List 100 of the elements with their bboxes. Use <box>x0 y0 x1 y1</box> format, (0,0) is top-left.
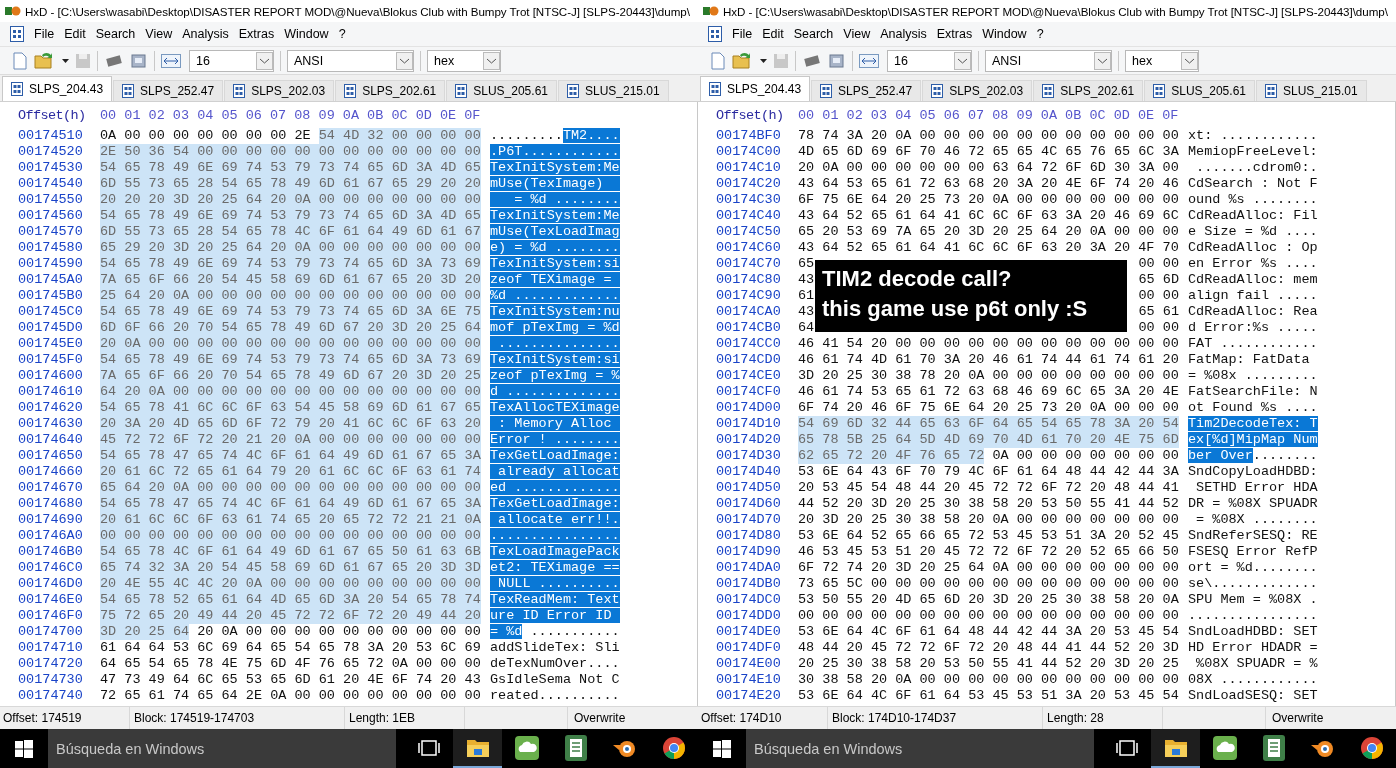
hex-bytes: 45 72 72 6F 72 20 21 20 0A 00 00 00 00 00 00 00 <box>100 432 481 448</box>
search-field[interactable]: Búsqueda en Windows <box>746 729 1094 768</box>
offset-base-dropdown[interactable]: hex <box>1125 49 1199 72</box>
hex-bytes: 64 <box>798 320 815 336</box>
file-tab[interactable]: SLPS_202.61 <box>1033 80 1144 101</box>
search-field[interactable]: Búsqueda en Windows <box>48 729 396 768</box>
bytes-per-row-dropdown[interactable]: 16 <box>189 49 274 72</box>
chevron-icon <box>1181 51 1198 70</box>
hex-bytes: 44 52 20 3D 20 25 30 38 58 20 53 50 55 41 44 52 <box>798 496 1179 512</box>
hex-bytes: 43 <box>798 272 815 288</box>
menu-item[interactable]: View <box>145 27 173 41</box>
start-button[interactable] <box>15 739 33 758</box>
ascii-text: ed ............. <box>490 480 620 495</box>
column-header: 08 <box>294 108 311 124</box>
row-offset: 00174C30 <box>716 192 782 208</box>
row-offset: 00174C90 <box>716 288 782 304</box>
hex-file-icon <box>233 84 246 98</box>
offset-base-dropdown[interactable]: hex <box>427 49 501 72</box>
row-offset: 00174560 <box>18 208 84 224</box>
ascii-text: TexReadMem: Text <box>490 592 620 607</box>
ascii-text: = %08X ........ <box>1195 512 1318 527</box>
menu-item[interactable]: Extras <box>936 27 973 41</box>
charset-dropdown[interactable]: ANSI <box>985 49 1112 72</box>
hex-bytes: 53 6E 64 4C 6F 61 64 53 45 53 51 3A 20 53 45 54 <box>798 688 1179 704</box>
file-tab[interactable]: SLPS_202.61 <box>335 80 446 101</box>
row-offset: 00174CE0 <box>716 368 782 384</box>
ascii-text: mUse(TexImage) <box>490 176 620 191</box>
column-header: 06 <box>245 108 262 124</box>
ascii-text: %d ............. <box>490 288 620 303</box>
browser-icon <box>1359 735 1384 760</box>
file-tab[interactable]: SLPS_204.43 <box>2 76 113 101</box>
menu-item[interactable]: Analysis <box>182 27 229 41</box>
ascii-text: CdReadAlloc: Fil <box>1188 208 1318 223</box>
hex-bytes: 43 <box>798 304 815 320</box>
menu-item[interactable]: Analysis <box>880 27 927 41</box>
hex-bytes: 6D 6F 66 20 70 54 65 78 49 6D 67 20 3D 20 25 64 <box>100 320 481 336</box>
chevron-icon <box>1094 51 1111 70</box>
menu-item[interactable]: Edit <box>64 27 86 41</box>
ascii-text: TexAllocTEXimage <box>490 400 620 415</box>
row-offset: 00174670 <box>18 480 84 496</box>
file-tab[interactable]: SLPS_252.47 <box>811 80 922 101</box>
file-tab[interactable]: SLUS_205.61 <box>446 80 557 101</box>
menu-item[interactable]: Edit <box>762 27 784 41</box>
row-offset: 00174690 <box>18 512 84 528</box>
width-arrows-icon[interactable] <box>161 53 181 68</box>
bytes-per-row-dropdown[interactable]: 16 <box>887 49 972 72</box>
ascii-text: en Error %s .... <box>1188 256 1318 271</box>
charset-dropdown[interactable]: ANSI <box>287 49 414 72</box>
row-offset: 00174C40 <box>716 208 782 224</box>
taskbar-button[interactable] <box>453 729 502 768</box>
hex-bytes: 47 73 49 64 6C 65 53 65 6D 61 20 4E 6F 74 20 43 <box>100 672 481 688</box>
file-tab[interactable]: SLUS_205.61 <box>1144 80 1255 101</box>
row-offset: 00174D00 <box>716 400 782 416</box>
menu-item[interactable]: File <box>732 27 753 41</box>
hex-bytes: 65 <box>798 256 815 272</box>
menu-item[interactable]: Window <box>982 27 1027 41</box>
row-offset: 00174DD0 <box>716 608 782 624</box>
column-header: 0D <box>415 108 432 124</box>
file-tab[interactable]: SLUS_215.01 <box>1256 80 1367 101</box>
caret-icon[interactable] <box>760 58 767 63</box>
file-tab[interactable]: SLPS_202.03 <box>922 80 1033 101</box>
width-arrows-icon[interactable] <box>859 53 879 68</box>
file-tab[interactable]: SLPS_202.03 <box>224 80 335 101</box>
menu-item[interactable]: Search <box>95 27 136 41</box>
ascii-text: Error ! ........ <box>490 432 620 447</box>
hex-file-icon <box>11 82 23 96</box>
taskbar-button[interactable] <box>1151 729 1200 768</box>
ascii-text: xt: ............ <box>1188 128 1318 143</box>
column-header: 01 <box>822 108 839 124</box>
file-tab[interactable]: SLPS_252.47 <box>113 80 224 101</box>
column-header: 0B <box>367 108 384 124</box>
ascii-text: TexInitSystem:Me <box>490 160 620 175</box>
menu-item[interactable]: ? <box>338 27 346 41</box>
hex-bytes: 65 61 <box>1138 304 1179 320</box>
hex-bytes: 54 65 78 4C 6F 61 64 49 6D 61 67 65 50 61 63 6B <box>100 544 481 560</box>
ascii-text: CdReadAlloc : Op <box>1188 240 1318 255</box>
column-header: 05 <box>919 108 936 124</box>
ascii-text: mUse(TexLoadImag <box>490 224 620 239</box>
menu-item[interactable]: File <box>34 27 55 41</box>
menu-item[interactable]: Window <box>284 27 329 41</box>
row-offset: 001746E0 <box>18 592 84 608</box>
hex-bytes: 43 64 52 65 61 64 41 6C 6C 6F 63 20 3A 20 4F 70 <box>798 240 1179 256</box>
hex-bytes: 54 4D 32 00 00 00 00 <box>318 128 481 144</box>
row-offset: 00174C60 <box>716 240 782 256</box>
file-tab[interactable]: SLPS_204.43 <box>700 76 811 101</box>
document-icon <box>10 26 24 42</box>
ascii-text: ure ID Error ID <box>490 608 620 623</box>
hex-bytes: 3D 20 25 30 38 78 20 0A 00 00 00 00 00 00 00 00 <box>798 368 1179 384</box>
hex-bytes: 64 20 0A 00 00 00 00 00 00 00 00 00 00 00 00 00 <box>100 384 481 400</box>
task-view-icon <box>1114 738 1139 757</box>
file-tab[interactable]: SLUS_215.01 <box>558 80 669 101</box>
start-button[interactable] <box>713 739 731 758</box>
menu-item[interactable]: View <box>843 27 871 41</box>
menu-item[interactable]: Search <box>793 27 834 41</box>
menu-item[interactable]: ? <box>1036 27 1044 41</box>
caret-icon[interactable] <box>62 58 69 63</box>
menu-item[interactable]: Extras <box>238 27 275 41</box>
hex-bytes: 7A 65 6F 66 20 54 45 58 69 6D 61 67 65 20 3D 20 <box>100 272 481 288</box>
task-view-icon <box>416 738 441 757</box>
hex-bytes: 6F 72 74 20 3D 20 25 64 0A 00 00 00 00 00 00 00 <box>798 560 1179 576</box>
